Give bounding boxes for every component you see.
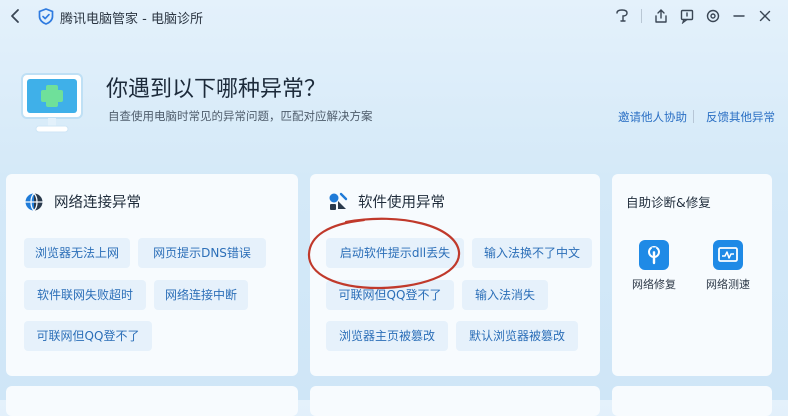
tencent-pc-manager-logo-icon (38, 8, 54, 25)
close-button[interactable] (752, 6, 778, 26)
speed-test-tool[interactable]: 网络测速 (698, 240, 758, 292)
window-title: 腾讯电脑管家 - 电脑诊所 (60, 12, 203, 27)
minimize-icon (733, 15, 745, 17)
issue-chip[interactable]: 浏览器无法上网 (24, 238, 130, 268)
title-bar-actions (609, 6, 778, 26)
self-diagnosis-title: 自助诊断&修复 (626, 195, 711, 210)
share-button[interactable] (648, 6, 674, 26)
page-title: 你遇到以下哪种异常？ (106, 77, 327, 102)
page-subtitle: 自查使用电脑时常见的异常问题，匹配对应解决方案 (108, 109, 373, 123)
link-divider (693, 110, 694, 123)
next-section-card (310, 386, 600, 416)
speed-test-label: 网络测速 (706, 278, 750, 291)
software-apps-icon (329, 192, 348, 210)
network-globe-icon (25, 192, 43, 211)
message-button[interactable] (674, 6, 700, 26)
issue-chip[interactable]: 网页提示DNS错误 (138, 238, 266, 268)
self-diagnosis-card: 自助诊断&修复 网络修复 网络测速 (612, 174, 772, 376)
share-icon (655, 9, 667, 23)
issue-chip[interactable]: 可联网但QQ登不了 (24, 321, 152, 351)
issue-chip[interactable]: 输入法换不了中文 (472, 238, 592, 268)
title-bar: 腾讯电脑管家 - 电脑诊所 (0, 0, 788, 32)
close-icon (759, 10, 771, 22)
issue-chip[interactable]: 启动软件提示dll丢失 (326, 238, 464, 268)
message-icon (680, 9, 694, 24)
issue-chip[interactable]: 软件联网失败超时 (24, 280, 146, 310)
settings-button[interactable] (700, 6, 726, 26)
issue-chip[interactable]: 可联网但QQ登不了 (326, 280, 454, 310)
network-issues-card: 网络连接异常 浏览器无法上网 网页提示DNS错误 软件联网失败超时 网络连接中断… (6, 174, 298, 376)
back-arrow-icon (11, 9, 19, 23)
back-button[interactable] (6, 5, 26, 27)
next-section-card (612, 386, 772, 416)
next-section-card (6, 386, 298, 416)
network-repair-label: 网络修复 (632, 278, 676, 291)
feedback-button[interactable] (609, 6, 635, 26)
title-bar-divider (641, 9, 642, 23)
network-repair-tool[interactable]: 网络修复 (624, 240, 684, 292)
minimize-button[interactable] (726, 6, 752, 26)
network-repair-icon (639, 240, 669, 270)
issue-chip[interactable]: 浏览器主页被篡改 (326, 321, 448, 351)
issue-chip[interactable]: 默认浏览器被篡改 (456, 321, 578, 351)
software-card-header: 软件使用异常 (328, 191, 445, 212)
network-card-title: 网络连接异常 (54, 195, 141, 211)
speed-test-icon (713, 240, 743, 270)
issue-chip[interactable]: 输入法消失 (462, 280, 548, 310)
settings-icon (706, 9, 720, 23)
invite-helper-link[interactable]: 邀请他人协助 (618, 109, 687, 125)
software-issues-card: 软件使用异常 启动软件提示dll丢失 输入法换不了中文 可联网但QQ登不了 输入… (310, 174, 600, 376)
software-card-title: 软件使用异常 (358, 195, 445, 211)
issue-chip[interactable]: 网络连接中断 (154, 280, 248, 310)
network-card-header: 网络连接异常 (24, 191, 141, 212)
report-other-link[interactable]: 反馈其他异常 (706, 109, 775, 125)
computer-clinic-icon (21, 73, 83, 133)
feedback-icon (616, 9, 628, 22)
